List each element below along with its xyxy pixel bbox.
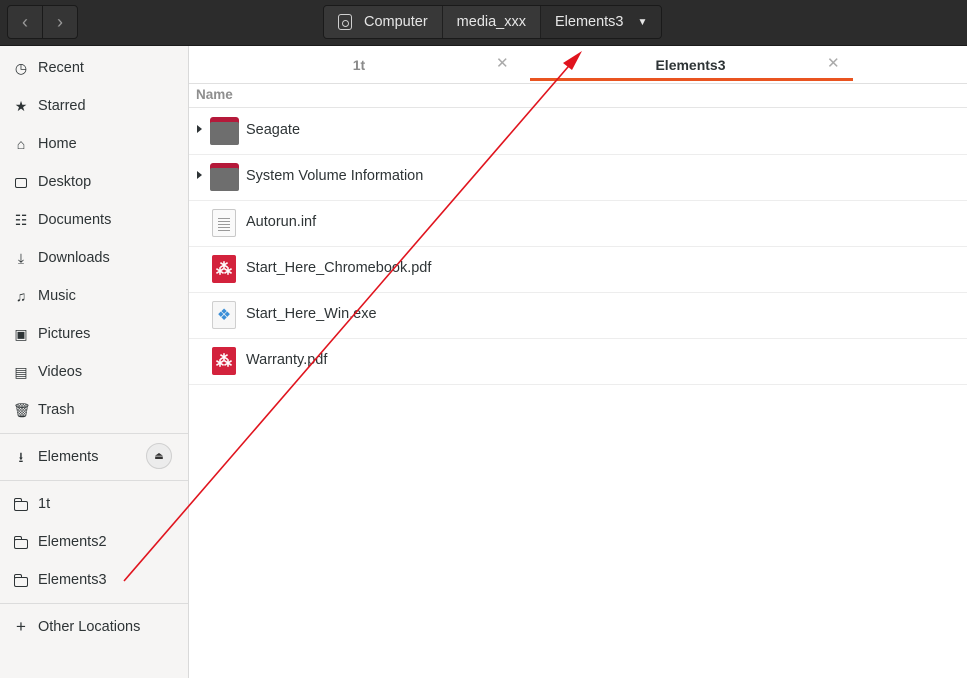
sidebar-item-label: Other Locations (38, 619, 141, 635)
sidebar-item-downloads[interactable]: ⤓ Downloads (0, 239, 188, 277)
sidebar-item-label: Home (38, 136, 77, 152)
header-bar: ‹ › Computer media_xxx Elements3 ▼ (0, 0, 967, 46)
list-item[interactable]: System Volume Information (189, 154, 967, 201)
column-header-label: Name (196, 87, 233, 102)
close-icon[interactable]: ✕ (827, 54, 840, 72)
list-item[interactable]: Autorun.inf (189, 200, 967, 247)
clock-icon: ◷ (14, 60, 28, 76)
dropdown-triangle-icon: ▼ (637, 16, 648, 28)
sidebar-item-home[interactable]: ⌂ Home (0, 125, 188, 163)
sidebar-item-label: Trash (38, 402, 75, 418)
star-icon: ★ (14, 98, 28, 114)
sidebar-item-label: Videos (38, 364, 83, 380)
home-icon: ⌂ (16, 136, 26, 152)
picture-icon: ▣ (14, 326, 28, 342)
list-item[interactable]: Seagate (189, 108, 967, 155)
pdf-icon: ⁂ (210, 347, 239, 375)
sidebar-item-label: Elements (38, 449, 99, 465)
video-icon: ▤ (14, 364, 28, 380)
executable-icon: ❖ (210, 301, 239, 329)
sidebar-item-label: Starred (38, 98, 86, 114)
file-name: System Volume Information (246, 168, 424, 184)
tab-label: Elements3 (655, 56, 726, 73)
list-item[interactable]: ❖ Start_Here_Win.exe (189, 292, 967, 339)
file-name: Start_Here_Chromebook.pdf (246, 260, 432, 276)
desktop-icon (13, 174, 29, 190)
sidebar-item-starred[interactable]: ★ Starred (0, 87, 188, 125)
text-file-icon (210, 209, 239, 237)
music-icon: ♫ (15, 288, 27, 304)
breadcrumb-media[interactable]: media_xxx (441, 6, 540, 38)
sidebar: ◷ Recent ★ Starred ⌂ Home Desktop ☷ Docu… (0, 46, 189, 678)
tab-1t[interactable]: 1t ✕ (189, 46, 529, 83)
forward-button[interactable]: › (42, 6, 77, 38)
sidebar-item-1t[interactable]: 1t (0, 485, 188, 523)
sidebar-item-label: Recent (38, 60, 84, 76)
close-icon[interactable]: ✕ (496, 54, 509, 72)
breadcrumb-computer[interactable]: Computer (324, 6, 442, 38)
breadcrumb-label: media_xxx (456, 14, 526, 30)
sidebar-item-elements2[interactable]: Elements2 (0, 523, 188, 561)
active-tab-indicator (530, 78, 853, 81)
sidebar-item-recent[interactable]: ◷ Recent (0, 49, 188, 87)
folder-icon (13, 534, 29, 550)
breadcrumb-label: Computer (364, 14, 428, 30)
sidebar-item-label: Elements2 (38, 534, 107, 550)
document-icon: ☷ (14, 212, 28, 228)
sidebar-item-documents[interactable]: ☷ Documents (0, 201, 188, 239)
back-button[interactable]: ‹ (8, 6, 42, 38)
breadcrumb-label: Elements3 (554, 14, 624, 30)
chevron-left-icon: ‹ (22, 11, 28, 32)
list-item[interactable]: ⁂ Start_Here_Chromebook.pdf (189, 246, 967, 293)
sidebar-separator (0, 603, 188, 604)
eject-button[interactable]: ⏏ (146, 443, 172, 469)
sidebar-item-label: Music (38, 288, 76, 304)
list-item[interactable]: ⁂ Warranty.pdf (189, 338, 967, 385)
sidebar-item-label: Downloads (38, 250, 110, 266)
file-name: Seagate (246, 122, 301, 138)
sidebar-item-elements3[interactable]: Elements3 (0, 561, 188, 599)
breadcrumb: Computer media_xxx Elements3 ▼ (323, 5, 663, 39)
sidebar-item-label: Elements3 (38, 572, 107, 588)
chevron-right-icon: › (57, 11, 63, 32)
drive-icon (338, 14, 352, 30)
column-header-name[interactable]: Name (189, 84, 967, 108)
sidebar-item-desktop[interactable]: Desktop (0, 163, 188, 201)
navigation-buttons: ‹ › (7, 5, 78, 39)
file-name: Start_Here_Win.exe (246, 306, 377, 322)
sidebar-item-trash[interactable]: 🗑︎ Trash (0, 391, 188, 429)
sidebar-item-pictures[interactable]: ▣ Pictures (0, 315, 188, 353)
sidebar-item-videos[interactable]: ▤ Videos (0, 353, 188, 391)
sidebar-item-music[interactable]: ♫ Music (0, 277, 188, 315)
breadcrumb-current[interactable]: Elements3 ▼ (539, 6, 662, 38)
folder-icon (210, 163, 239, 191)
expander-triangle-icon[interactable] (197, 125, 202, 133)
sidebar-item-other-locations[interactable]: + Other Locations (0, 608, 188, 646)
sidebar-item-label: 1t (38, 496, 51, 512)
plus-icon: + (16, 617, 26, 636)
tab-label: 1t (352, 56, 366, 73)
folder-icon (210, 117, 239, 145)
sidebar-item-label: Pictures (38, 326, 91, 342)
download-icon: ⤓ (17, 250, 25, 266)
file-name: Warranty.pdf (246, 352, 328, 368)
usb-icon: ⭳ (18, 449, 24, 465)
sidebar-item-label: Desktop (38, 174, 92, 190)
sidebar-separator (0, 480, 188, 481)
expander-triangle-icon[interactable] (197, 171, 202, 179)
folder-icon (13, 572, 29, 588)
folder-icon (13, 496, 29, 512)
file-name: Autorun.inf (246, 214, 317, 230)
eject-icon: ⏏ (154, 450, 164, 462)
trash-icon: 🗑︎ (13, 402, 31, 418)
pdf-icon: ⁂ (210, 255, 239, 283)
sidebar-separator (0, 433, 188, 434)
sidebar-item-label: Documents (38, 212, 112, 228)
